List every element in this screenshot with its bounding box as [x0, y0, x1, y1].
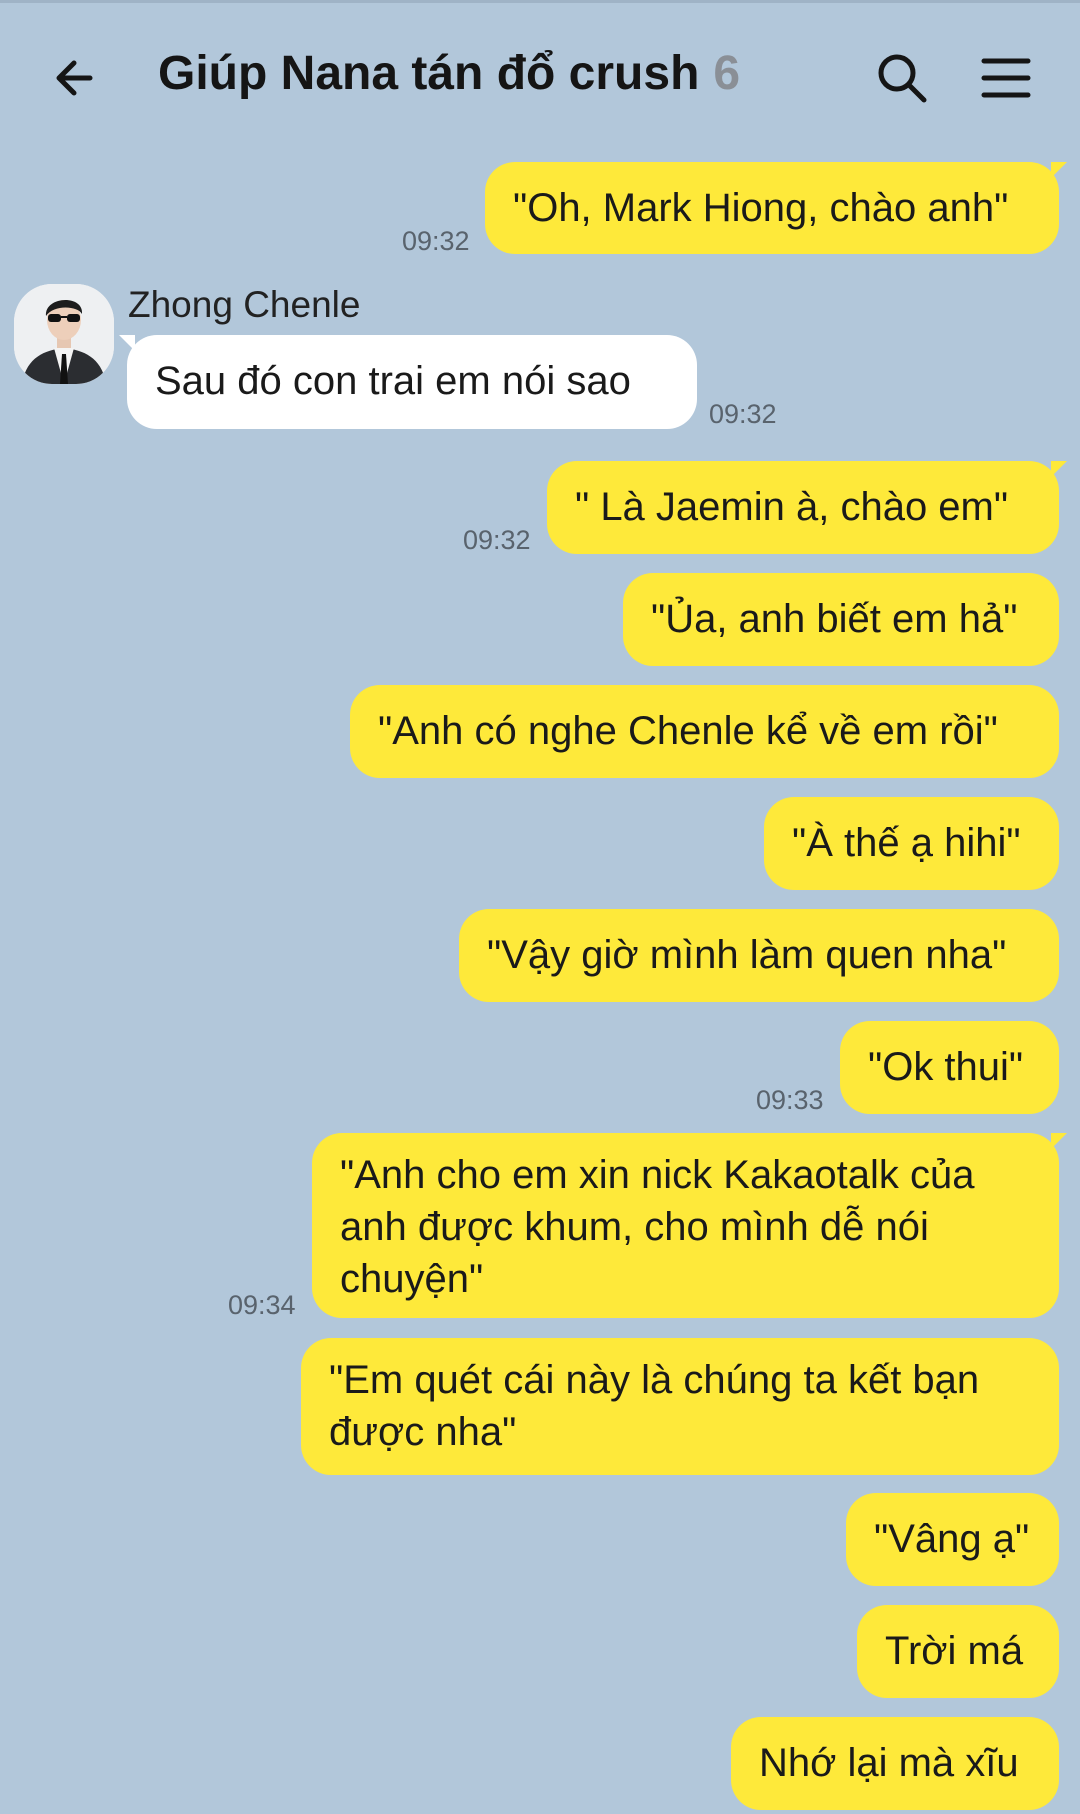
- message-text: "Vâng ạ": [874, 1517, 1030, 1561]
- incoming-message[interactable]: Sau đó con trai em nói sao: [119, 335, 697, 429]
- message-text: "Ok thui": [868, 1045, 1024, 1089]
- outgoing-message[interactable]: "Anh có nghe Chenle kể về em rồi": [350, 685, 1059, 778]
- message-time: 09:32: [402, 226, 470, 256]
- message-text: "Ủa, anh biết em hả": [651, 597, 1018, 641]
- outgoing-message[interactable]: Trời má: [857, 1605, 1059, 1698]
- message-text: Sau đó con trai em nói sao: [155, 359, 631, 403]
- outgoing-message[interactable]: "Em quét cái này là chúng ta kết bạn đượ…: [301, 1338, 1059, 1475]
- member-count: 6: [713, 47, 741, 100]
- chat-title-text: Giúp Nana tán đổ crush: [158, 47, 700, 100]
- chat-header: Giúp Nana tán đổ crush 6: [0, 0, 1080, 150]
- search-icon[interactable]: [872, 48, 932, 108]
- outgoing-message[interactable]: Nhớ lại mà xĩu: [731, 1717, 1059, 1810]
- message-text: "Anh cho em xin nick Kakaotalk của anh đ…: [340, 1153, 975, 1301]
- sender-name: Zhong Chenle: [128, 284, 361, 325]
- outgoing-message[interactable]: "Oh, Mark Hiong, chào anh": [485, 162, 1067, 254]
- message-time: 09:32: [463, 525, 531, 555]
- outgoing-message[interactable]: "À thế ạ hihi": [764, 797, 1059, 890]
- message-text: " Là Jaemin à, chào em": [575, 485, 1009, 529]
- outgoing-message[interactable]: "Vâng ạ": [846, 1493, 1059, 1586]
- outgoing-message[interactable]: "Ủa, anh biết em hả": [623, 573, 1059, 666]
- message-time: 09:32: [709, 399, 777, 429]
- message-time: 09:34: [228, 1290, 296, 1320]
- message-time: 09:33: [756, 1085, 824, 1115]
- message-text: "Vậy giờ mình làm quen nha": [487, 933, 1007, 977]
- avatar[interactable]: [14, 284, 114, 384]
- chat-title[interactable]: Giúp Nana tán đổ crush 6: [158, 46, 740, 101]
- outgoing-message[interactable]: "Anh cho em xin nick Kakaotalk của anh đ…: [312, 1133, 1067, 1318]
- message-text: "Anh có nghe Chenle kể về em rồi": [378, 709, 998, 753]
- message-text: Trời má: [885, 1629, 1024, 1673]
- message-text: "Em quét cái này là chúng ta kết bạn đượ…: [329, 1358, 980, 1454]
- outgoing-message[interactable]: "Ok thui": [840, 1021, 1059, 1114]
- profile-photo: [14, 284, 114, 384]
- outgoing-message[interactable]: " Là Jaemin à, chào em": [547, 461, 1067, 554]
- message-text: "Oh, Mark Hiong, chào anh": [513, 186, 1009, 230]
- message-text: Nhớ lại mà xĩu: [759, 1741, 1019, 1785]
- hamburger-menu-icon[interactable]: [978, 50, 1034, 106]
- message-text: "À thế ạ hihi": [792, 821, 1021, 865]
- outgoing-message[interactable]: "Vậy giờ mình làm quen nha": [459, 909, 1059, 1002]
- arrow-left-icon[interactable]: [48, 48, 108, 108]
